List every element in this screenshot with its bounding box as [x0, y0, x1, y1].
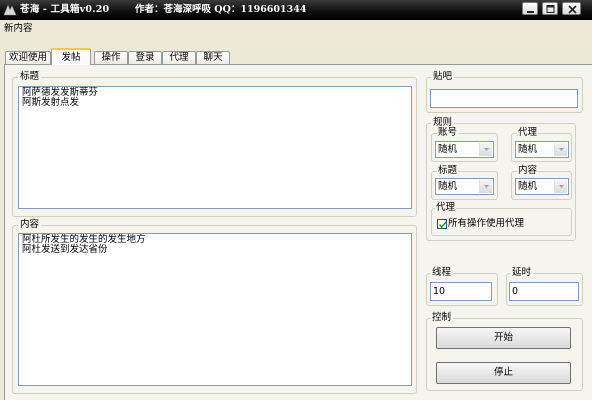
delay-label: 延时: [510, 267, 534, 278]
account-select[interactable]: 随机: [435, 141, 494, 158]
threads-label: 线程: [430, 267, 454, 278]
proxy-mode-label: 代理: [517, 127, 539, 138]
tab-chat[interactable]: 聊天: [196, 51, 230, 64]
tab-login[interactable]: 登录: [128, 51, 162, 64]
tab-post[interactable]: 发帖: [51, 48, 91, 65]
proxy-all-checkbox[interactable]: [437, 219, 447, 229]
content-group-label: 内容: [18, 219, 42, 230]
minimize-icon: [527, 11, 534, 13]
tab-operations[interactable]: 操作: [94, 51, 128, 64]
start-button[interactable]: 开始: [436, 327, 571, 349]
title-group-label: 标题: [18, 71, 42, 82]
menu-item-new-content[interactable]: 新内容: [4, 22, 33, 35]
content-textarea[interactable]: 阿杜所发生的发生的发生地方 阿杜发送到发达省份: [18, 233, 412, 386]
control-group-label: 控制: [430, 312, 454, 323]
title-textarea[interactable]: 阿萨德发发斯蒂芬 阿斯发射点发: [18, 86, 412, 209]
app-icon: [3, 3, 17, 17]
proxy-option-group-label: 代理: [435, 202, 457, 213]
close-button[interactable]: [562, 2, 581, 15]
forum-group-label: 贴吧: [431, 71, 455, 82]
tab-welcome[interactable]: 欢迎使用: [5, 51, 51, 64]
minimize-button[interactable]: [522, 2, 538, 15]
account-label: 账号: [437, 127, 459, 138]
title-bar[interactable]: 苍海 - 工具箱v0.20 作者：苍海深呼吸 QQ：1196601344: [0, 0, 592, 20]
account-select-value: 随机: [438, 144, 458, 155]
checkmark-icon: [438, 221, 447, 229]
chevron-down-icon[interactable]: [554, 143, 567, 156]
proxy-mode-select[interactable]: 随机: [515, 141, 569, 158]
title-mode-label: 标题: [437, 165, 459, 176]
threads-input[interactable]: 10: [430, 282, 492, 301]
maximize-icon: [546, 5, 555, 13]
proxy-all-checkbox-label[interactable]: 所有操作使用代理: [448, 218, 524, 229]
forum-input[interactable]: [430, 89, 578, 108]
close-icon: [568, 5, 577, 14]
delay-input[interactable]: 0: [509, 282, 579, 301]
title-mode-select[interactable]: 随机: [435, 178, 494, 195]
window-title: 苍海 - 工具箱v0.20: [20, 4, 110, 15]
stop-button[interactable]: 停止: [436, 362, 571, 384]
tab-panel-post: 标题 阿萨德发发斯蒂芬 阿斯发射点发 内容 阿杜所发生的发生的发生地方 阿杜发送…: [4, 64, 592, 400]
chevron-down-icon[interactable]: [554, 180, 567, 193]
maximize-button[interactable]: [542, 2, 558, 15]
title-mode-select-value: 随机: [438, 181, 458, 192]
proxy-mode-select-value: 随机: [518, 144, 538, 155]
chevron-down-icon[interactable]: [479, 143, 492, 156]
author-info: 作者：苍海深呼吸 QQ：1196601344: [135, 4, 307, 15]
tab-proxy[interactable]: 代理: [162, 51, 196, 64]
content-mode-select-value: 随机: [518, 181, 538, 192]
content-mode-label: 内容: [517, 165, 539, 176]
content-mode-select[interactable]: 随机: [515, 178, 569, 195]
chevron-down-icon[interactable]: [479, 180, 492, 193]
